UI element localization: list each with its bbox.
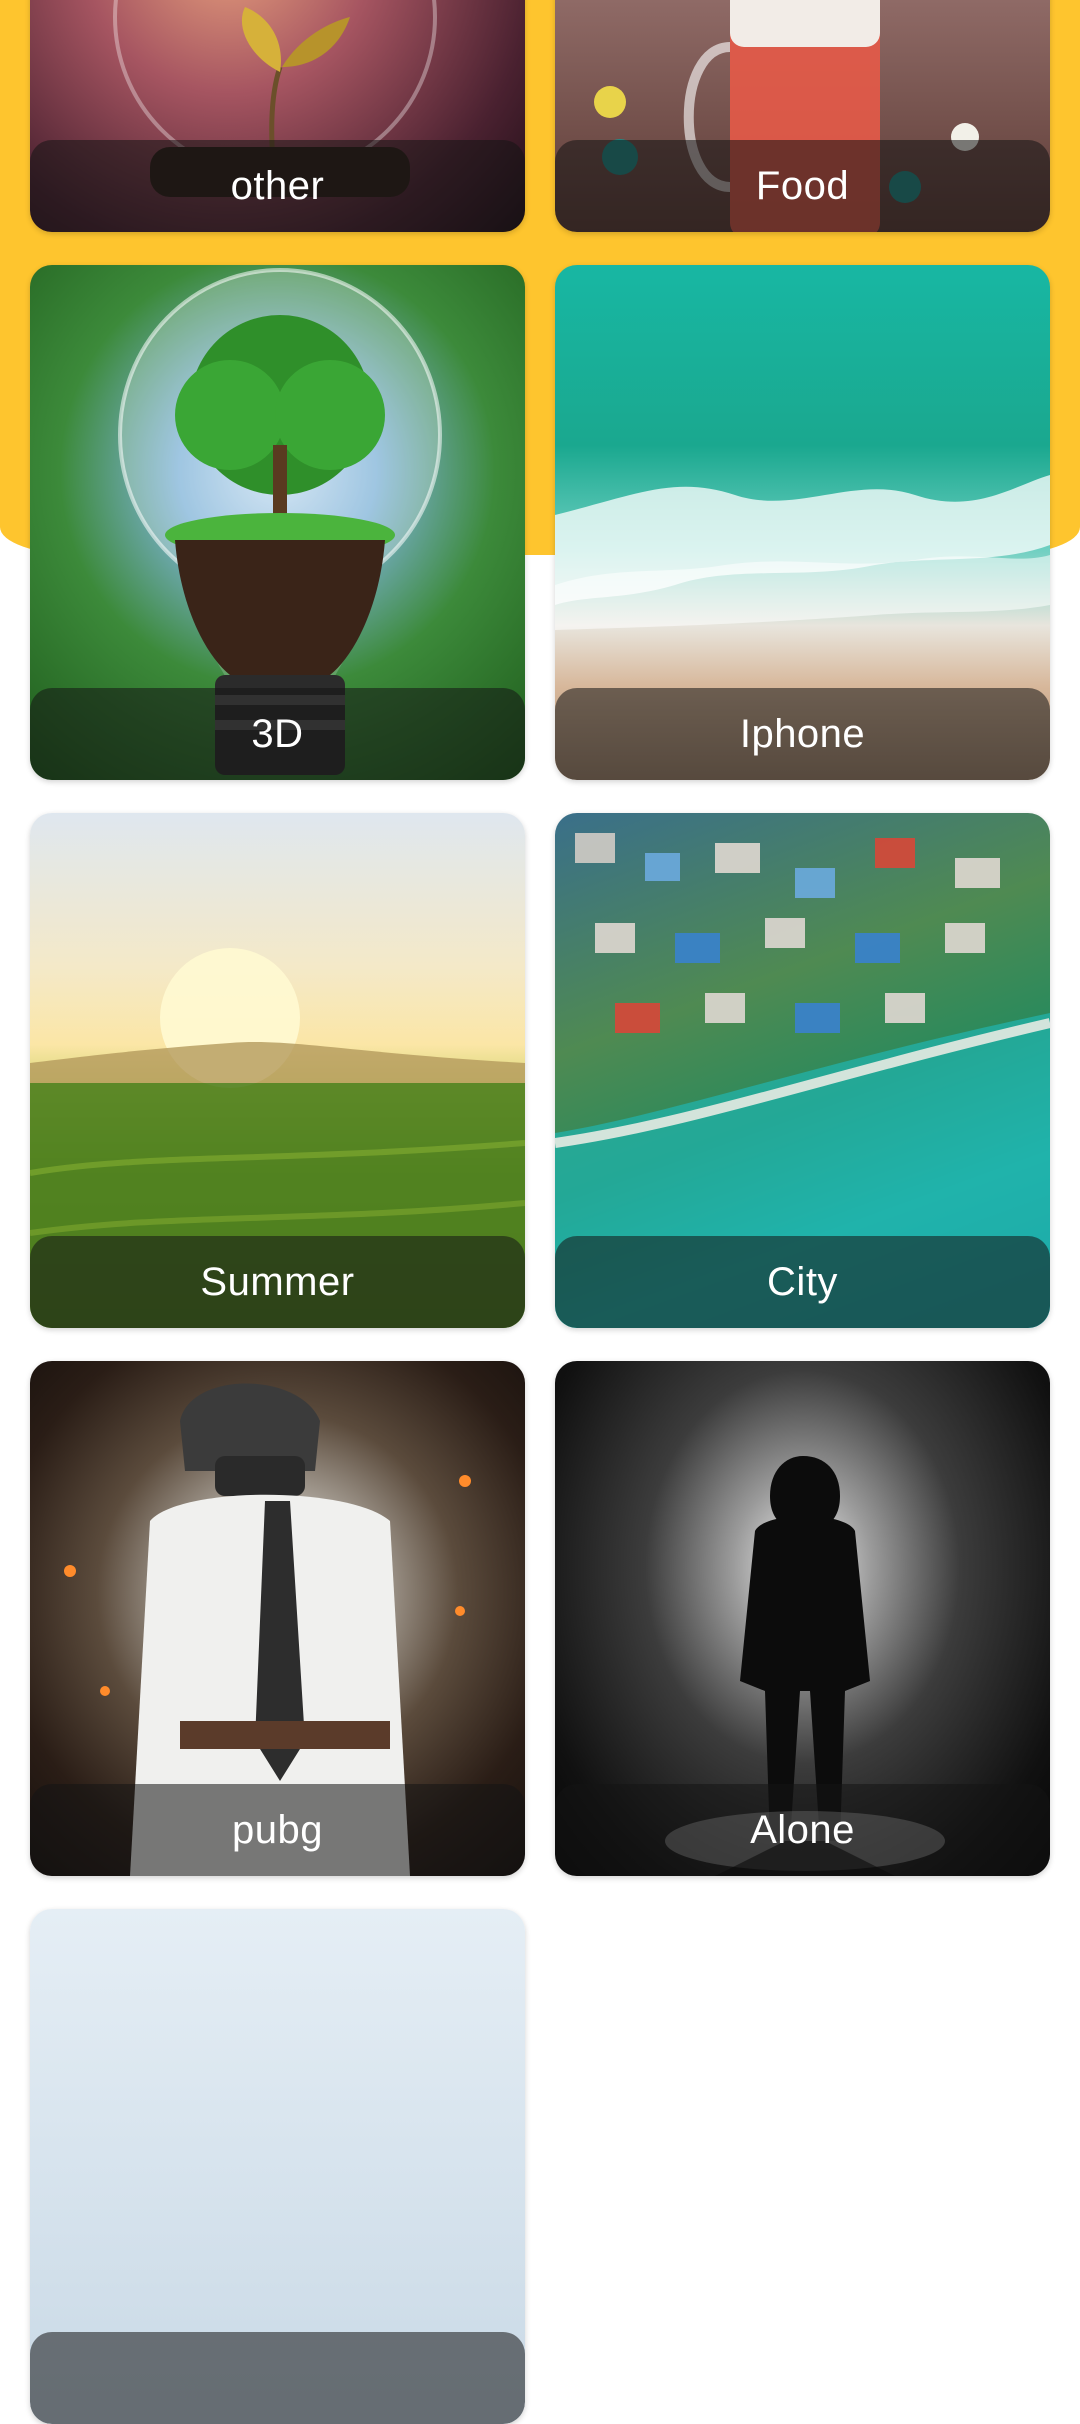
category-label-bar: 3D (30, 688, 525, 780)
category-card-city[interactable]: City (555, 813, 1050, 1328)
category-card-3d[interactable]: 3D (30, 265, 525, 780)
category-grid: other Food 3D Iphone Summer City pubg Al… (0, 0, 1080, 2424)
category-label-bar (30, 2332, 525, 2424)
category-label-bar: Iphone (555, 688, 1050, 780)
category-card-alone[interactable]: Alone (555, 1361, 1050, 1876)
category-label: Iphone (739, 711, 866, 756)
category-card-pubg[interactable]: pubg (30, 1361, 525, 1876)
category-label: 3D (251, 711, 304, 756)
category-label-bar: other (30, 140, 525, 232)
category-card-summer[interactable]: Summer (30, 813, 525, 1328)
category-label: Food (755, 163, 850, 208)
category-label-bar: Food (555, 140, 1050, 232)
category-label-bar: Summer (30, 1236, 525, 1328)
category-card-food[interactable]: Food (555, 0, 1050, 232)
category-label-bar: City (555, 1236, 1050, 1328)
category-label-bar: Alone (555, 1784, 1050, 1876)
category-label: Alone (750, 1807, 855, 1852)
category-label: City (767, 1259, 838, 1304)
category-label-bar: pubg (30, 1784, 525, 1876)
category-card-other[interactable]: other (30, 0, 525, 232)
category-card-next[interactable] (30, 1909, 525, 2424)
category-label: other (230, 163, 325, 208)
category-label: Summer (200, 1259, 355, 1304)
category-label: pubg (232, 1807, 323, 1852)
category-card-iphone[interactable]: Iphone (555, 265, 1050, 780)
